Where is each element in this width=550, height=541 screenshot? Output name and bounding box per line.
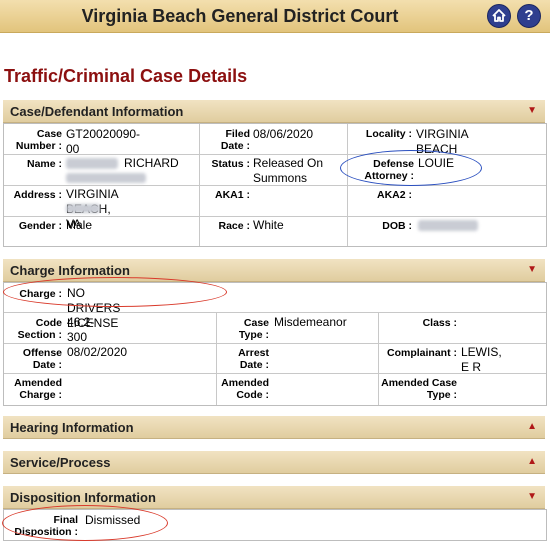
case-defendant-table: Case Number : GT20020090-00 Filed Date :…: [3, 123, 547, 247]
annotation-circle-defense-attorney: [340, 150, 482, 186]
home-glyph: [492, 9, 506, 22]
section-title: Service/Process: [10, 455, 111, 470]
name-label: Name :: [26, 158, 62, 170]
code-section-value: 46.2-300: [67, 315, 95, 344]
case-type-label: Case Type :: [238, 317, 269, 341]
aka1-label: AKA1 :: [214, 189, 250, 201]
annotation-circle-charge: [3, 277, 227, 307]
annotation-circle-disposition: [2, 505, 168, 541]
name-value: RICHARD: [124, 156, 179, 170]
amended-charge-label: Amended Charge :: [14, 377, 62, 401]
redacted-dob: [418, 220, 478, 231]
section-title: Hearing Information: [10, 420, 134, 435]
gender-value: Male: [66, 218, 93, 232]
section-case-defendant[interactable]: Case/Defendant Information ▼: [3, 100, 545, 123]
redacted-surname: [66, 158, 118, 169]
amended-case-type-label: Amended Case Type :: [381, 377, 457, 401]
home-icon[interactable]: [487, 4, 511, 28]
section-title: Charge Information: [10, 263, 130, 278]
offense-date-value: 08/02/2020: [67, 345, 128, 359]
page-title: Traffic/Criminal Case Details: [4, 66, 248, 86]
status-value: Released On Summons: [253, 156, 324, 185]
case-number-value: GT20020090-00: [66, 127, 141, 156]
section-title: Case/Defendant Information: [10, 104, 184, 119]
code-section-label: Code Section :: [17, 317, 62, 341]
filed-date-value: 08/06/2020: [253, 127, 314, 141]
section-title: Disposition Information: [10, 490, 156, 505]
expand-arrow-icon[interactable]: ▲: [527, 421, 537, 432]
gender-label: Gender :: [18, 220, 62, 232]
expand-arrow-icon[interactable]: ▲: [527, 456, 537, 467]
filed-date-label: Filed Date :: [220, 128, 250, 152]
offense-date-label: Offense Date :: [22, 347, 62, 371]
collapse-arrow-icon[interactable]: ▼: [527, 491, 537, 502]
help-glyph: ?: [524, 7, 534, 24]
case-type-value: Misdemeanor: [274, 315, 347, 329]
class-label: Class :: [422, 317, 457, 329]
address-label: Address :: [13, 189, 62, 201]
section-hearing[interactable]: Hearing Information ▲: [3, 416, 545, 439]
section-service-process[interactable]: Service/Process ▲: [3, 451, 545, 474]
dob-label: DOB :: [382, 220, 412, 232]
redacted-middle-name: [66, 173, 146, 183]
help-icon[interactable]: ?: [517, 4, 541, 28]
collapse-arrow-icon[interactable]: ▼: [527, 105, 537, 116]
race-label: Race :: [218, 220, 250, 232]
amended-code-label: Amended Code :: [221, 377, 269, 401]
court-header-bar: Virginia Beach General District Court ?: [0, 0, 550, 33]
case-number-label: Case Number :: [15, 128, 62, 152]
status-label: Status :: [211, 158, 250, 170]
arrest-date-label: Arrest Date :: [238, 347, 269, 371]
complainant-value: LEWIS, E R: [461, 345, 502, 374]
redacted-zip: [66, 204, 100, 213]
court-title: Virginia Beach General District Court: [81, 6, 399, 26]
aka2-label: AKA2 :: [376, 189, 412, 201]
locality-label: Locality :: [365, 128, 412, 140]
collapse-arrow-icon[interactable]: ▼: [527, 264, 537, 275]
complainant-label: Complainant :: [387, 347, 457, 359]
race-value: White: [253, 218, 284, 232]
